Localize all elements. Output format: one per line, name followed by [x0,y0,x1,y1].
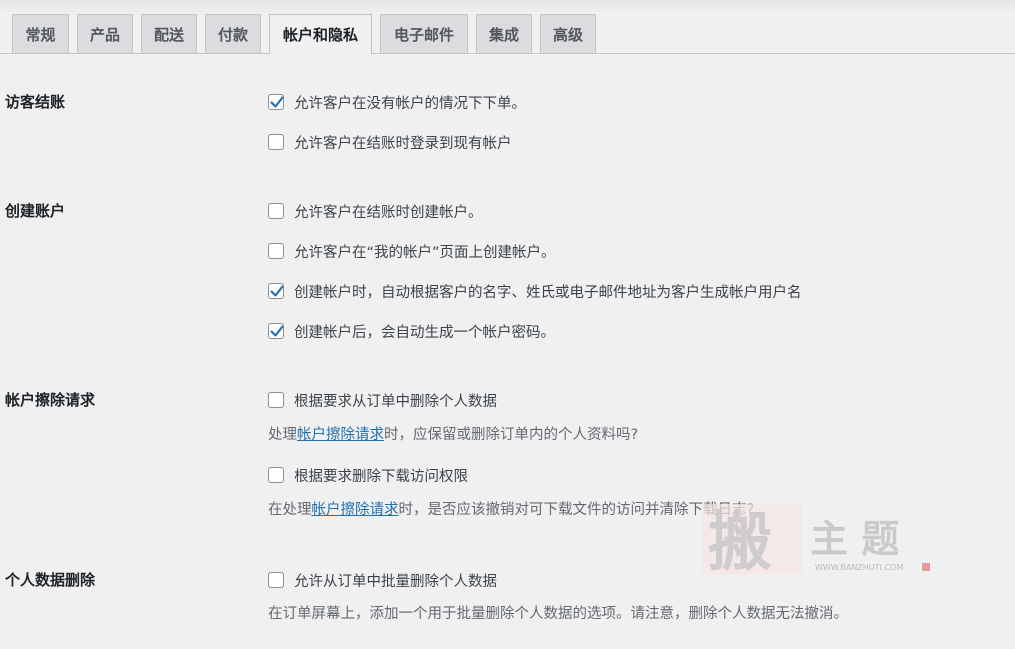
watermark-logo: 搬 主 题 WWW.BANZHUTI.COM [700,500,935,580]
option-remove-order-data[interactable]: 根据要求从订单中删除个人数据 [268,390,497,410]
checkbox-login-existing[interactable] [268,134,284,150]
option-create-on-myaccount[interactable]: 允许客户在“我的帐户”页面上创建帐户。 [268,241,556,261]
erasure-requests-link[interactable]: 帐户擦除请求 [297,427,384,443]
option-label: 允许客户在“我的帐户”页面上创建帐户。 [294,244,556,261]
tab-integration[interactable]: 集成 [476,14,532,53]
tab-shipping[interactable]: 配送 [141,14,197,53]
tab-payments[interactable]: 付款 [205,14,261,53]
checkbox-create-at-checkout[interactable] [268,203,284,219]
option-label: 根据要求从订单中删除个人数据 [294,393,497,410]
settings-tabs: 常规 产品 配送 付款 帐户和隐私 电子邮件 集成 高级 [0,14,1015,54]
option-label: 创建帐户后，会自动生成一个帐户密码。 [294,324,555,341]
checkbox-remove-download-access[interactable] [268,467,284,483]
checkbox-guest-order[interactable] [268,94,284,110]
erasure-order-description: 处理帐户擦除请求时，应保留或删除订单内的个人资料吗? [268,425,638,445]
option-guest-order[interactable]: 允许客户在没有帐户的情况下下单。 [268,92,526,112]
top-strip [0,0,1015,14]
option-auto-password[interactable]: 创建帐户后，会自动生成一个帐户密码。 [268,321,555,341]
desc-prefix: 在处理 [268,502,312,518]
option-label: 根据要求删除下载访问权限 [294,468,468,485]
section-title-account-creation: 创建账户 [5,202,66,220]
checkbox-create-on-myaccount[interactable] [268,243,284,259]
checkbox-auto-password[interactable] [268,323,284,339]
section-title-guest-checkout: 访客结账 [5,93,66,111]
erasure-requests-link[interactable]: 帐户擦除请求 [312,502,399,518]
option-create-at-checkout[interactable]: 允许客户在结账时创建帐户。 [268,201,483,221]
tab-advanced[interactable]: 高级 [540,14,596,53]
erasure-download-description: 在处理帐户擦除请求时，是否应该撤销对可下载文件的访问并清除下载日志? [268,500,754,520]
option-auto-username[interactable]: 创建帐户时，自动根据客户的名字、姓氏或电子邮件地址为客户生成帐户用户名 [268,281,802,301]
watermark-glyph: 搬 [708,505,772,580]
checkbox-auto-username[interactable] [268,283,284,299]
tab-products[interactable]: 产品 [77,14,133,53]
option-label: 允许客户在结账时创建帐户。 [294,204,483,221]
option-label: 允许从订单中批量删除个人数据 [294,573,497,590]
checkbox-remove-order-data[interactable] [268,392,284,408]
option-login-existing[interactable]: 允许客户在结账时登录到现有帐户 [268,132,512,152]
option-label: 允许客户在没有帐户的情况下下单。 [294,95,526,112]
bulk-remove-description: 在订单屏幕上，添加一个用于批量删除个人数据的选项。请注意，删除个人数据无法撤消。 [268,606,848,622]
tab-emails[interactable]: 电子邮件 [380,14,468,53]
option-label: 创建帐户时，自动根据客户的名字、姓氏或电子邮件地址为客户生成帐户用户名 [294,284,802,301]
option-bulk-remove[interactable]: 允许从订单中批量删除个人数据 [268,570,497,590]
section-title-personal-data-removal: 个人数据删除 [5,571,96,589]
watermark-title: 主 题 [810,516,899,561]
desc-suffix: 时，应保留或删除订单内的个人资料吗? [384,427,639,443]
desc-prefix: 处理 [268,427,297,443]
section-title-erasure-requests: 帐户擦除请求 [5,391,96,409]
tab-accounts-privacy[interactable]: 帐户和隐私 [269,14,372,54]
checkbox-bulk-remove[interactable] [268,572,284,588]
option-label: 允许客户在结账时登录到现有帐户 [294,135,512,152]
tab-general[interactable]: 常规 [12,14,69,53]
option-remove-download-access[interactable]: 根据要求删除下载访问权限 [268,465,468,485]
watermark-url: WWW.BANZHUTI.COM [815,563,903,572]
